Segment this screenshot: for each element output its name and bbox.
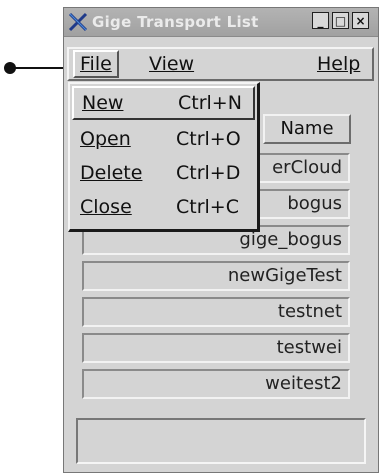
menu-item-shortcut: Ctrl+N — [178, 92, 242, 114]
menu-item-new[interactable]: New Ctrl+N — [72, 86, 255, 120]
menu-bar: File View Help — [67, 47, 374, 81]
file-menu-dropdown: New Ctrl+N Open Ctrl+O Delete Ctrl+D Clo… — [68, 82, 260, 232]
menu-item-open[interactable]: Open Ctrl+O — [72, 122, 255, 156]
menu-item-label: New — [82, 92, 124, 114]
app-window: Gige Transport List _ □ × File View Help… — [63, 7, 379, 473]
menu-item-shortcut: Ctrl+O — [176, 128, 241, 150]
menu-item-label: Open — [80, 128, 131, 150]
menu-help[interactable]: Help — [313, 52, 364, 76]
menu-item-label: Delete — [80, 162, 143, 184]
list-item[interactable]: newGigeTest — [82, 261, 350, 291]
status-field — [76, 418, 366, 464]
maximize-button[interactable]: □ — [332, 12, 349, 29]
menu-file[interactable]: File — [73, 50, 119, 78]
menu-item-close[interactable]: Close Ctrl+C — [72, 190, 255, 224]
menu-item-shortcut: Ctrl+D — [176, 162, 241, 184]
menu-view[interactable]: View — [145, 52, 198, 76]
close-button[interactable]: × — [352, 12, 369, 29]
menu-file-label: File — [80, 53, 112, 75]
menu-help-label: Help — [317, 53, 361, 75]
title-bar[interactable]: Gige Transport List _ □ × — [64, 8, 378, 37]
x-logo-icon — [68, 12, 88, 32]
menu-item-delete[interactable]: Delete Ctrl+D — [72, 156, 255, 190]
menu-view-label: View — [149, 53, 195, 75]
menu-item-shortcut: Ctrl+C — [176, 196, 239, 218]
list-item[interactable]: testnet — [82, 297, 350, 327]
callout-dot — [4, 62, 16, 74]
menu-item-label: Close — [80, 196, 132, 218]
name-column-header[interactable]: Name — [263, 114, 351, 144]
window-title: Gige Transport List — [92, 13, 259, 31]
list-item[interactable]: weitest2 — [82, 369, 350, 399]
list-item[interactable]: testwei — [82, 333, 350, 363]
minimize-button[interactable]: _ — [312, 12, 329, 29]
